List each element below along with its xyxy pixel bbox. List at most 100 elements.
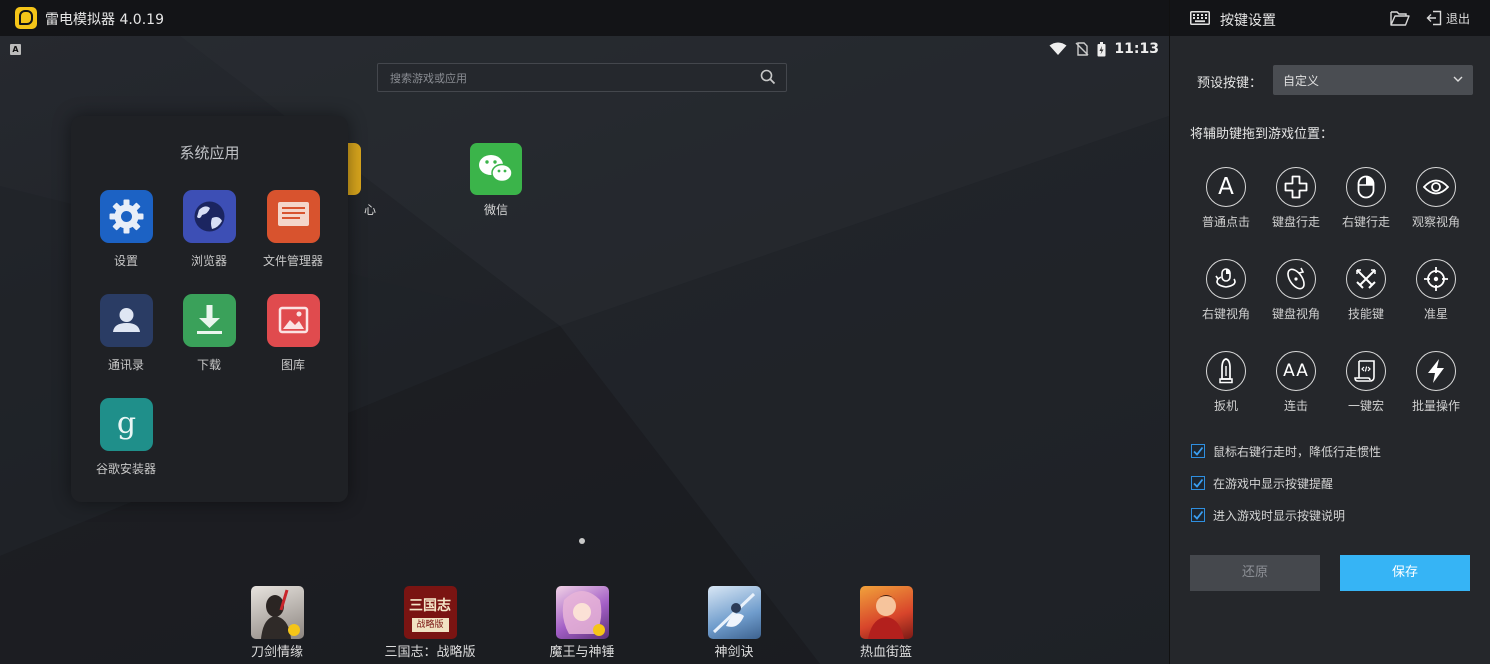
option-show-key-guide[interactable]: 进入游戏时显示按键说明 [1191,507,1345,523]
dock-app-mo-wang-yu-shen-chui[interactable]: 魔王与神锤 [527,586,637,660]
tool-normal-click[interactable]: A 普通点击 [1191,167,1261,230]
app-label: 通讯录 [107,358,144,372]
gear-icon [99,190,153,243]
mouse-rotate-icon [1206,259,1246,299]
option-label: 鼠标右键行走时，降低行走惯性 [1213,444,1382,459]
android-screen[interactable]: A 11:13 心 [0,36,1169,664]
tool-keyboard-view[interactable]: 键盘视角 [1261,259,1331,322]
folder-app-gallery[interactable]: 图库 [248,294,338,373]
folder-open-icon[interactable] [1390,10,1410,26]
crossed-swords-icon [1346,259,1386,299]
save-button[interactable]: 保存 [1340,555,1470,591]
folder-app-file-manager[interactable]: 文件管理器 [248,190,338,269]
file-manager-icon [266,190,320,243]
wifi-icon [1049,42,1067,55]
app-label: 文件管理器 [262,254,323,268]
dock-app-dao-jian-qing-yuan[interactable]: 刀剑情缘 [222,586,332,660]
tool-label: 连击 [1283,399,1308,413]
option-reduce-inertia[interactable]: 鼠标右键行走时，降低行走惯性 [1191,443,1381,459]
app-search-bar[interactable] [377,63,787,92]
ldplayer-logo-icon [15,7,37,29]
macro-script-icon [1346,351,1386,391]
checkbox-checked[interactable] [1191,444,1205,458]
tool-label: 批量操作 [1411,399,1460,413]
preset-value: 自定义 [1283,74,1320,88]
eye-icon [1416,167,1456,207]
tool-batch-operation[interactable]: 批量操作 [1401,351,1471,414]
dock-app-shen-jian-jue[interactable]: 神剑诀 [679,586,789,660]
app-label: 设置 [113,254,138,268]
tool-label: 右键行走 [1341,215,1390,229]
tool-combo[interactable]: AA 连击 [1261,351,1331,414]
option-label: 进入游戏时显示按键说明 [1213,508,1346,523]
tool-skill-key[interactable]: 技能键 [1331,259,1401,322]
keyboard-indicator-icon: A [10,44,21,55]
reset-button[interactable]: 还原 [1190,555,1320,591]
contacts-icon [99,294,153,347]
checkbox-checked[interactable] [1191,508,1205,522]
tool-label: 扳机 [1213,399,1238,413]
tool-label: 准星 [1423,307,1448,321]
dock-app-re-xue-jie-lan[interactable]: 热血街篮 [831,586,941,660]
folder-app-download[interactable]: 下载 [164,294,254,373]
preset-select[interactable]: 自定义 [1273,65,1473,95]
home-app-wechat[interactable]: 微信 [451,143,541,218]
tool-macro[interactable]: 一键宏 [1331,351,1401,414]
page-indicator-dot [579,538,585,544]
app-label: 热血街篮 [859,645,912,660]
lightning-icon [1416,351,1456,391]
tool-trigger[interactable]: 扳机 [1191,351,1261,414]
panel-header: 按键设置 退出 [1170,0,1490,36]
exit-button[interactable]: 退出 [1426,9,1470,27]
globe-icon [182,190,236,243]
app-label: 魔王与神锤 [549,645,615,660]
app-title: 雷电模拟器 4.0.19 [45,12,164,28]
tool-right-click-walk[interactable]: 右键行走 [1331,167,1401,230]
search-icon[interactable] [760,69,776,85]
tool-crosshair[interactable]: 准星 [1401,259,1471,322]
shen-jian-jue-icon [707,586,761,639]
tool-label: 一键宏 [1347,399,1384,413]
folder-app-contacts[interactable]: 通讯录 [81,294,171,373]
folder-app-browser[interactable]: 浏览器 [164,190,254,269]
tool-observe-view[interactable]: 观察视角 [1401,167,1471,230]
title-bar: 雷电模拟器 4.0.19 [0,0,1169,36]
folder-app-settings[interactable]: 设置 [81,190,171,269]
option-label: 在游戏中显示按键提醒 [1213,476,1334,491]
search-input[interactable] [388,68,732,88]
system-apps-folder: 系统应用 设置 浏览器 文件管理器 通讯录 下载 图库 g 谷歌安装器 [71,116,348,502]
tool-right-click-view[interactable]: 右键视角 [1191,259,1261,322]
tool-keyboard-walk[interactable]: 键盘行走 [1261,167,1331,230]
option-show-key-hints[interactable]: 在游戏中显示按键提醒 [1191,475,1333,491]
battery-charging-icon [1097,41,1106,56]
app-label: 微信 [483,203,508,217]
dpad-icon [1276,167,1316,207]
folder-app-google-installer[interactable]: g 谷歌安装器 [81,398,171,477]
double-a-icon: AA [1276,351,1316,391]
tool-label: 技能键 [1347,307,1384,321]
exit-label: 退出 [1446,11,1471,26]
check-icon [1193,478,1204,488]
exit-icon [1426,10,1442,26]
checkbox-checked[interactable] [1191,476,1205,490]
app-label: 谷歌安装器 [95,462,156,476]
panel-title: 按键设置 [1220,13,1276,29]
app-label: 三国志：战略版 [384,645,476,660]
dock-app-san-guo-zhi[interactable]: 三国志 战略版 三国志：战略版 [375,586,485,660]
san-guo-zhi-icon: 三国志 战略版 [403,586,457,639]
app-label: 下载 [196,358,221,372]
key-settings-panel: 按键设置 退出 预设按键： 自定义 将辅助键拖到游戏位置： A 普通点击 键盘行… [1169,0,1490,664]
tool-label: 右键视角 [1201,307,1250,321]
re-xue-jie-lan-icon [859,586,913,639]
keyboard-icon [1190,11,1210,25]
bullet-icon [1206,351,1246,391]
app-label: 刀剑情缘 [250,645,303,660]
dao-jian-qing-yuan-icon [250,586,304,639]
clock: 11:13 [1114,41,1159,57]
app-icon-subtitle: 战略版 [411,618,449,632]
download-icon [182,294,236,347]
tool-label: 观察视角 [1411,215,1460,229]
no-sim-icon [1075,42,1089,56]
check-icon [1193,446,1204,456]
app-icon-title: 三国志 [409,598,451,614]
